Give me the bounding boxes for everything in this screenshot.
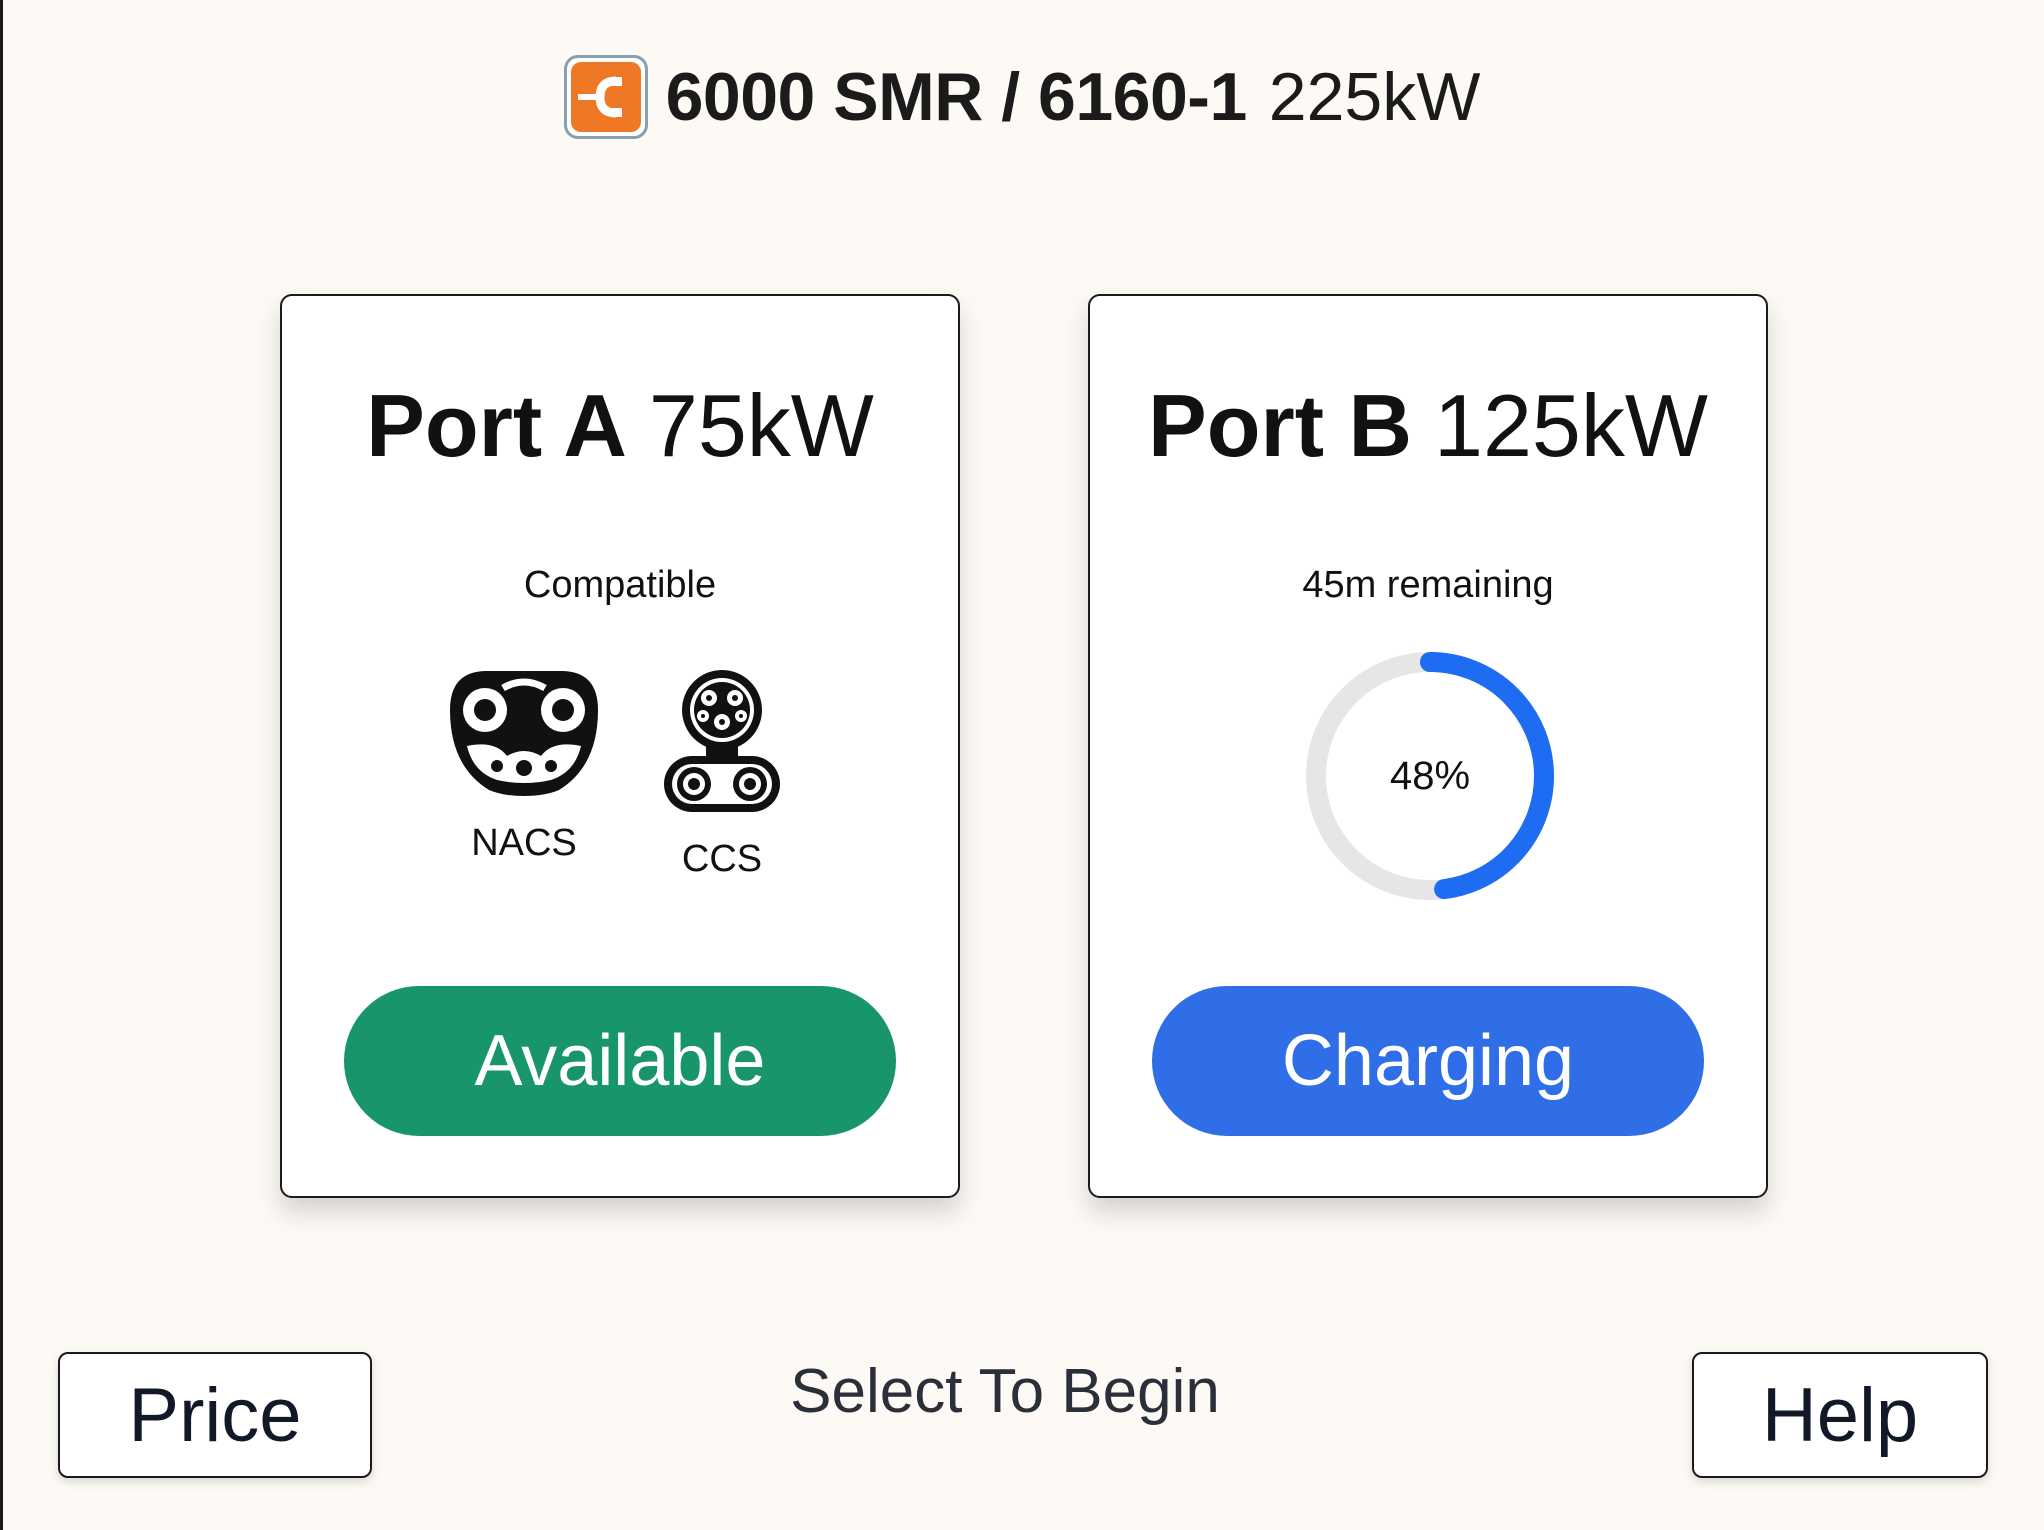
nacs-label: NACS	[471, 822, 577, 864]
port-a-power: 75kW	[648, 376, 874, 475]
ccs-connector-icon	[664, 670, 780, 812]
port-a-name: Port A	[366, 376, 627, 475]
charge-percent: 48%	[1389, 753, 1471, 798]
charging-button[interactable]: Charging	[1152, 986, 1704, 1136]
compatible-label: Compatible	[523, 564, 717, 606]
port-a-title: Port A 75kW	[282, 376, 958, 476]
ccs-label: CCS	[681, 838, 763, 880]
connector-list: NACS CCS	[282, 668, 958, 898]
station-power: 225kW	[1268, 59, 1481, 135]
nacs-connector-icon	[450, 671, 598, 796]
time-remaining: 45m remaining	[1302, 564, 1554, 606]
port-b-name: Port B	[1148, 376, 1413, 475]
port-b-power: 125kW	[1434, 376, 1708, 475]
screen-edge	[0, 0, 3, 1530]
header: 6000 SMR / 6160-1 225kW	[0, 52, 2044, 142]
charger-brand-logo-icon	[563, 55, 648, 139]
station-id: 6000 SMR / 6160-1	[665, 59, 1248, 135]
connector-ccs: CCS	[632, 668, 812, 881]
available-button[interactable]: Available	[344, 986, 896, 1136]
port-b-card[interactable]: Port B 125kW 45m remaining 48% Charging	[1088, 294, 1768, 1198]
charge-progress-ring: 48%	[1300, 646, 1560, 906]
select-prompt: Select To Begin	[790, 1357, 1220, 1426]
connector-nacs: NACS	[434, 668, 614, 865]
price-button[interactable]: Price	[58, 1352, 372, 1478]
help-button[interactable]: Help	[1692, 1352, 1988, 1478]
port-b-title: Port B 125kW	[1090, 376, 1766, 476]
port-a-card[interactable]: Port A 75kW Compatible NACS CCS Availabl…	[280, 294, 960, 1198]
